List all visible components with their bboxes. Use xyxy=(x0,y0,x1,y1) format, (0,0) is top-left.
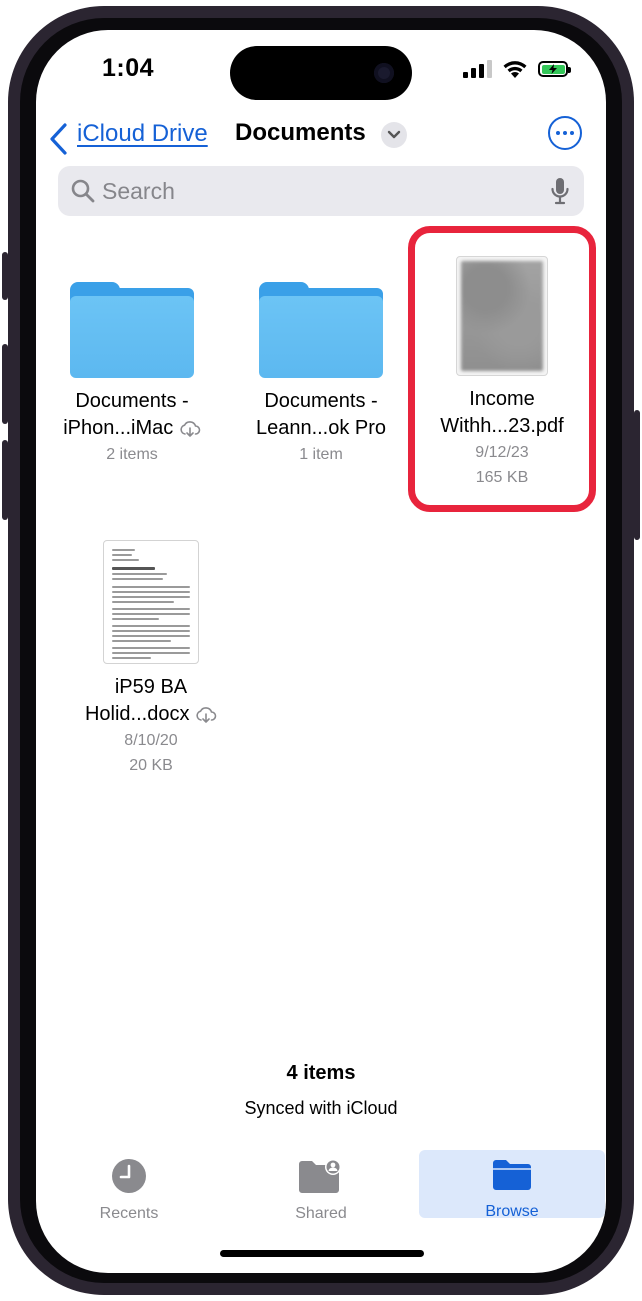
tab-bar: Recents Shared Browse xyxy=(36,1150,606,1222)
power-button xyxy=(634,410,640,540)
tab-shared[interactable]: Shared xyxy=(268,1150,374,1222)
folder-item[interactable]: Documents - Leann...ok Pro 1 item xyxy=(235,282,407,467)
item-date: 9/12/23 xyxy=(475,444,529,461)
item-size: 165 KB xyxy=(475,469,529,486)
microphone-icon[interactable] xyxy=(550,177,570,205)
search-input[interactable] xyxy=(102,175,522,207)
item-name-line1: Income xyxy=(469,388,535,410)
status-time: 1:04 xyxy=(102,54,155,82)
folder-item[interactable]: Documents - iPhon...iMac 2 items xyxy=(56,282,208,467)
dynamic-island xyxy=(230,46,412,100)
tab-label: Recents xyxy=(99,1205,159,1222)
cellular-signal-icon xyxy=(463,60,492,78)
charging-bolt-icon xyxy=(549,64,557,74)
sync-status: Synced with iCloud xyxy=(244,1098,398,1118)
cloud-download-icon xyxy=(196,706,217,723)
folder-icon xyxy=(70,282,194,378)
shared-folder-icon xyxy=(299,1159,341,1193)
item-date: 8/10/20 xyxy=(124,732,178,749)
phone-frame: 1:04 iCloud Drive Documents Search Docum… xyxy=(0,0,642,1301)
item-size: 20 KB xyxy=(129,757,173,774)
item-name-line2: iPhon...iMac xyxy=(56,415,208,442)
pdf-thumbnail xyxy=(456,256,548,376)
item-name-line1: Documents - xyxy=(75,390,189,412)
ellipsis-icon xyxy=(556,131,560,135)
page-title: Documents xyxy=(235,119,366,146)
folder-icon xyxy=(493,1160,531,1190)
tab-label: Browse xyxy=(485,1203,539,1220)
title-menu-button[interactable] xyxy=(381,122,407,148)
item-name-line2: Withh...23.pdf xyxy=(440,415,564,437)
item-name-line2: Leann...ok Pro xyxy=(255,417,387,439)
home-indicator[interactable] xyxy=(220,1250,424,1257)
file-item[interactable]: Income Withh...23.pdf 9/12/23 165 KB xyxy=(416,256,588,490)
navigation-bar: iCloud Drive Documents xyxy=(36,116,606,164)
screen: 1:04 iCloud Drive Documents Search Docum… xyxy=(36,30,606,1273)
file-item[interactable]: iP59 BA Holid...docx 8/10/20 20 KB xyxy=(56,540,246,778)
folder-icon xyxy=(259,282,383,378)
item-name-line2: Holid...docx xyxy=(56,701,246,728)
cloud-download-icon xyxy=(180,420,201,437)
search-icon xyxy=(71,179,95,203)
search-bar[interactable] xyxy=(58,166,584,216)
tab-label: Shared xyxy=(295,1205,347,1222)
tab-recents[interactable]: Recents xyxy=(76,1150,182,1222)
tab-browse[interactable]: Browse xyxy=(419,1150,605,1220)
docx-thumbnail xyxy=(103,540,199,664)
item-name-line1: iP59 BA xyxy=(114,676,188,698)
item-name-line1: Documents - xyxy=(264,390,378,412)
back-button[interactable]: iCloud Drive xyxy=(77,120,208,148)
wifi-icon xyxy=(503,61,527,78)
chevron-left-icon[interactable] xyxy=(48,122,70,156)
item-count: 1 item xyxy=(299,446,343,463)
more-options-button[interactable] xyxy=(548,116,582,150)
item-count-summary: 4 items xyxy=(286,1062,356,1084)
item-count: 2 items xyxy=(106,446,158,463)
status-icons xyxy=(463,56,571,82)
battery-icon xyxy=(538,61,571,77)
clock-icon xyxy=(112,1159,146,1193)
camera-icon xyxy=(374,63,394,83)
chevron-down-icon xyxy=(387,130,401,139)
